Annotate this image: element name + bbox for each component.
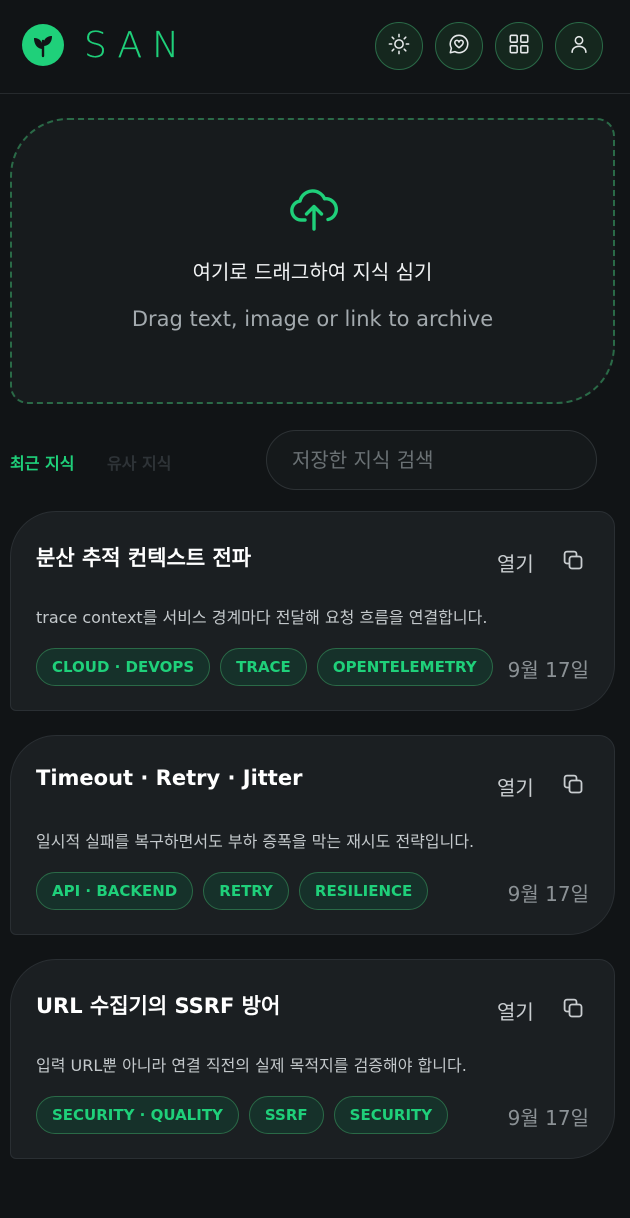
brand-logo[interactable]: SAN — [22, 24, 189, 66]
knowledge-card[interactable]: URL 수집기의 SSRF 방어 열기 입력 URL뿐 아니라 연결 직전의 실… — [10, 959, 615, 1159]
brand-name: SAN — [84, 24, 190, 66]
tab-recent[interactable]: 최근 지식 — [10, 450, 74, 474]
tag-list: API · BACKEND RETRY RESILIENCE — [36, 872, 438, 910]
apps-button[interactable] — [495, 22, 543, 70]
card-title: URL 수집기의 SSRF 방어 — [36, 994, 281, 1018]
card-title: Timeout · Retry · Jitter — [36, 766, 303, 790]
copy-icon[interactable] — [561, 548, 585, 576]
tab-similar[interactable]: 유사 지식 — [107, 450, 171, 474]
theme-toggle-button[interactable] — [375, 22, 423, 70]
search-input[interactable] — [266, 430, 597, 490]
tag-chip[interactable]: RESILIENCE — [298, 872, 429, 910]
dropzone-title: 여기로 드래그하여 지식 심기 — [192, 260, 433, 284]
tag-chip[interactable]: CLOUD · DEVOPS — [36, 648, 211, 686]
tag-list: SECURITY · QUALITY SSRF SECURITY — [36, 1096, 458, 1134]
copy-icon[interactable] — [561, 996, 585, 1024]
grid-icon — [508, 33, 530, 59]
cloud-upload-icon — [289, 188, 339, 236]
tag-chip[interactable]: RETRY — [203, 872, 289, 910]
chat-button[interactable] — [435, 22, 483, 70]
tag-list: CLOUD · DEVOPS TRACE OPENTELEMETRY — [36, 648, 503, 686]
open-button[interactable]: 열기 — [497, 996, 534, 1025]
tag-chip[interactable]: API · BACKEND — [36, 872, 194, 910]
tag-chip[interactable]: SECURITY · QUALITY — [36, 1096, 239, 1134]
tag-chip[interactable]: OPENTELEMETRY — [316, 648, 493, 686]
tag-chip[interactable]: TRACE — [220, 648, 307, 686]
tag-chip[interactable]: SECURITY — [333, 1096, 449, 1134]
copy-icon[interactable] — [561, 772, 585, 800]
card-date: 9월 17일 — [507, 658, 589, 682]
card-description: 일시적 실패를 복구하면서도 부하 증폭을 막는 재시도 전략입니다. — [36, 832, 475, 851]
card-description: trace context를 서비스 경계마다 전달해 요청 흐름을 연결합니다… — [36, 608, 488, 627]
open-button[interactable]: 열기 — [497, 548, 534, 577]
knowledge-card[interactable]: 분산 추적 컨텍스트 전파 열기 trace context를 서비스 경계마다… — [10, 511, 615, 711]
profile-button[interactable] — [555, 22, 603, 70]
user-icon — [568, 33, 590, 59]
card-date: 9월 17일 — [507, 882, 589, 906]
sun-icon — [388, 33, 410, 59]
heart-chat-icon — [448, 33, 470, 59]
open-button[interactable]: 열기 — [497, 772, 534, 801]
app-header: SAN — [0, 0, 630, 94]
tag-chip[interactable]: SSRF — [248, 1096, 324, 1134]
upload-dropzone[interactable]: 여기로 드래그하여 지식 심기 Drag text, image or link… — [10, 118, 615, 404]
card-date: 9월 17일 — [507, 1106, 589, 1130]
dropzone-subtitle: Drag text, image or link to archive — [131, 307, 494, 331]
card-title: 분산 추적 컨텍스트 전파 — [36, 546, 252, 570]
knowledge-card[interactable]: Timeout · Retry · Jitter 열기 일시적 실패를 복구하면… — [10, 735, 615, 935]
card-description: 입력 URL뿐 아니라 연결 직전의 실제 목적지를 검증해야 합니다. — [36, 1056, 467, 1075]
leaf-icon — [22, 24, 64, 66]
